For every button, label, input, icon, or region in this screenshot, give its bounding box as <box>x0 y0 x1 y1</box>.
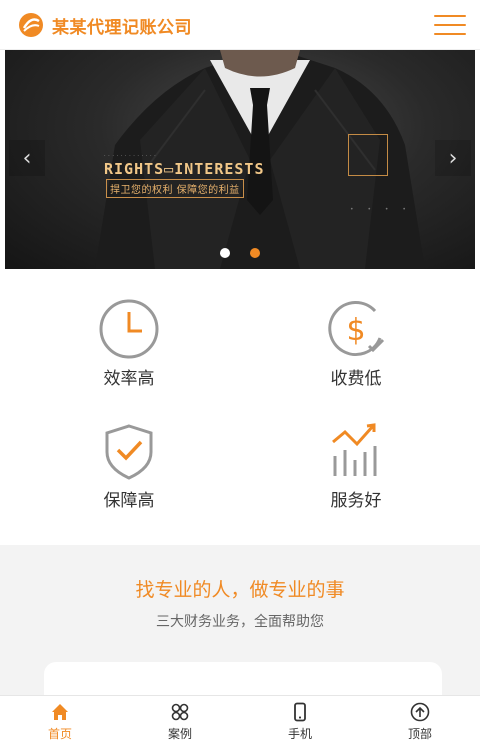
nav-item-mobile[interactable]: 手机 <box>240 696 360 747</box>
nav-label: 案例 <box>167 726 192 741</box>
feature-label: 保障高 <box>103 491 155 511</box>
logo-text: 某某代理记账公司 <box>52 17 192 38</box>
nav-item-home[interactable]: 首页 <box>0 696 120 747</box>
chevron-left-icon[interactable]: ‹ <box>9 140 45 176</box>
shield-check-icon <box>105 424 153 480</box>
section-slogan: 找专业的人，做专业的事 <box>135 579 345 601</box>
banner-pagination <box>5 248 475 258</box>
banner-subtitle: 捍卫您的权利 保障您的利益 <box>106 179 244 198</box>
logo[interactable]: 某某代理记账公司 <box>18 12 192 38</box>
nav-item-top[interactable]: 顶部 <box>360 696 480 747</box>
feature-label: 效率高 <box>103 369 155 389</box>
feature-efficiency[interactable]: 效率高 <box>69 298 189 389</box>
banner-small-text: · · · · · · · · · · · · · <box>104 153 157 159</box>
clock-icon <box>99 299 159 359</box>
feature-service[interactable]: 服务好 <box>296 420 416 511</box>
pagination-dot-2[interactable] <box>250 248 260 258</box>
feature-label: 收费低 <box>330 369 382 389</box>
phone-icon <box>294 702 306 721</box>
feature-label: 服务好 <box>330 491 382 511</box>
svg-text:$: $ <box>346 313 365 348</box>
arrow-up-circle-icon <box>410 702 430 721</box>
trend-chart-icon <box>332 423 377 476</box>
home-icon <box>52 703 68 720</box>
feature-guarantee[interactable]: 保障高 <box>69 420 189 511</box>
banner-decor-dots: • • • • <box>350 206 412 213</box>
nav-item-cases[interactable]: 案例 <box>120 696 240 747</box>
logo-icon <box>19 13 43 37</box>
section-subtitle: 三大财务业务，全面帮助您 <box>156 614 324 630</box>
hero-banner: · · · · · · · · · · · · · RIGHTS▭INTERES… <box>5 50 475 269</box>
banner-decor-frame <box>348 134 388 176</box>
pagination-dot-1[interactable] <box>220 248 230 258</box>
bottom-nav: 首页 案例 手机 顶部 <box>0 695 480 747</box>
dollar-icon: $ <box>328 301 385 356</box>
feature-low-cost[interactable]: $ 收费低 <box>296 298 416 389</box>
chevron-right-icon[interactable]: › <box>435 140 471 176</box>
nav-label: 顶部 <box>407 726 432 741</box>
header: 某某代理记账公司 <box>0 0 480 50</box>
nav-label: 首页 <box>47 726 72 741</box>
banner-title: RIGHTS▭INTERESTS <box>104 160 265 178</box>
nav-label: 手机 <box>287 726 312 741</box>
hamburger-menu-icon[interactable] <box>434 11 466 39</box>
grid-icon <box>171 703 189 720</box>
